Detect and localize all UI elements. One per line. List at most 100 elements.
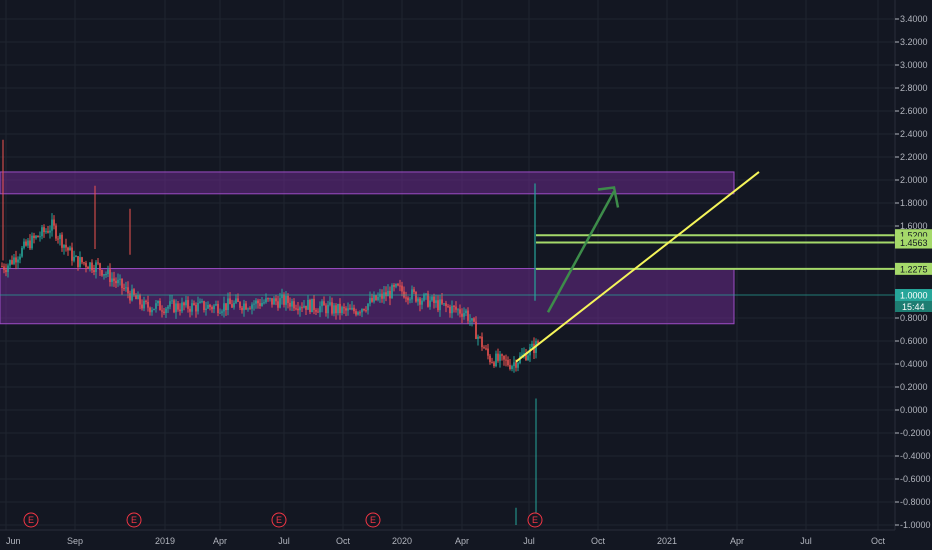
candle-body bbox=[243, 303, 245, 311]
candle-body bbox=[37, 235, 39, 238]
candle-body bbox=[279, 298, 281, 308]
candle-body bbox=[173, 300, 175, 313]
y-tick-label: 3.0000 bbox=[900, 60, 928, 70]
candle-body bbox=[435, 300, 437, 303]
candle-body bbox=[303, 305, 305, 308]
candle-body bbox=[427, 293, 429, 307]
y-tick-label: 1.8000 bbox=[900, 198, 928, 208]
candle-body bbox=[467, 310, 469, 321]
price-chart[interactable]: 3.4000 3.2000 3.0000 2.8000 2.6000 2.4000 2.20… bbox=[0, 0, 932, 550]
candle-body bbox=[451, 305, 453, 314]
candle-body bbox=[455, 306, 457, 310]
candle-body bbox=[469, 320, 471, 322]
candle-body bbox=[123, 288, 125, 290]
candle-body bbox=[81, 257, 83, 263]
candle-body bbox=[283, 294, 285, 305]
candle-body bbox=[107, 269, 109, 275]
earnings-marker-label: E bbox=[28, 515, 34, 525]
resistance-zone bbox=[0, 171, 735, 195]
candle-body bbox=[145, 300, 147, 302]
candle-body bbox=[355, 311, 357, 315]
candle-body bbox=[249, 308, 251, 310]
candle-body bbox=[67, 247, 69, 251]
candle-body bbox=[3, 266, 5, 270]
candle-body bbox=[103, 274, 105, 276]
y-tick-label: 0.6000 bbox=[900, 336, 928, 346]
candle-body bbox=[495, 353, 497, 367]
candle-body bbox=[477, 336, 479, 339]
candle-body bbox=[297, 308, 299, 311]
candle-body bbox=[201, 301, 203, 303]
candle-body bbox=[321, 301, 323, 307]
candle-body bbox=[421, 300, 423, 305]
countdown-label: 15:44 bbox=[902, 302, 925, 312]
candle-body bbox=[411, 289, 413, 300]
y-tick-label: 2.0000 bbox=[900, 175, 928, 185]
candle-body bbox=[109, 269, 111, 282]
candle-body bbox=[317, 311, 319, 313]
candle-body bbox=[23, 241, 25, 248]
candle-body bbox=[255, 300, 257, 304]
x-tick-label: 2021 bbox=[657, 536, 677, 546]
candle-body bbox=[257, 300, 259, 304]
candle-body bbox=[35, 235, 37, 239]
candle-body bbox=[501, 354, 503, 356]
candle-body bbox=[209, 304, 211, 308]
candle-body bbox=[13, 257, 15, 264]
candle-body bbox=[43, 227, 45, 233]
candle-body bbox=[413, 289, 415, 292]
x-tick-label: Oct bbox=[591, 536, 606, 546]
candle-body bbox=[223, 303, 225, 312]
candle-body bbox=[17, 259, 19, 263]
candle-body bbox=[325, 305, 327, 314]
candle-body bbox=[277, 301, 279, 308]
candle-body bbox=[215, 304, 217, 306]
candle-body bbox=[517, 362, 519, 368]
candle-body bbox=[227, 298, 229, 311]
x-tick-label: Jul bbox=[523, 536, 535, 546]
candle-body bbox=[225, 303, 227, 311]
candle-body bbox=[337, 303, 339, 314]
candle-body bbox=[21, 247, 23, 257]
candle-body bbox=[353, 307, 355, 312]
candle-body bbox=[11, 260, 13, 264]
candle-body bbox=[185, 300, 187, 306]
candle-body bbox=[275, 298, 277, 302]
candle-body bbox=[155, 303, 157, 309]
candle-body bbox=[531, 343, 533, 348]
candle-body bbox=[177, 303, 179, 310]
candle-body bbox=[9, 260, 11, 266]
candle-body bbox=[393, 285, 395, 287]
candle-body bbox=[291, 301, 293, 307]
candle-body bbox=[397, 283, 399, 286]
x-tick-label: Oct bbox=[336, 536, 351, 546]
candle-body bbox=[473, 318, 475, 322]
candle-body bbox=[205, 308, 207, 311]
candle-body bbox=[443, 303, 445, 305]
candle-body bbox=[71, 247, 73, 261]
candle-body bbox=[493, 362, 495, 367]
chart-canvas[interactable]: 3.4000 3.2000 3.0000 2.8000 2.6000 2.4000 2.20… bbox=[0, 0, 932, 550]
candle-body bbox=[95, 262, 97, 273]
candle-body bbox=[51, 219, 53, 231]
candle-body bbox=[147, 301, 149, 308]
candle-body bbox=[153, 308, 155, 310]
candle-body bbox=[77, 256, 79, 268]
candle-body bbox=[217, 304, 219, 313]
candle-body bbox=[351, 307, 353, 310]
candle-body bbox=[31, 235, 33, 249]
candle-body bbox=[39, 236, 41, 238]
candle-body bbox=[117, 279, 119, 284]
candle-body bbox=[115, 280, 117, 284]
candle-body bbox=[383, 292, 385, 299]
candle-body bbox=[137, 294, 139, 300]
candle-body bbox=[359, 312, 361, 314]
candle-body bbox=[347, 308, 349, 311]
candle-body bbox=[491, 362, 493, 364]
candle-body bbox=[63, 244, 65, 248]
candle-body bbox=[269, 298, 271, 300]
candle-body bbox=[211, 307, 213, 310]
candle-body bbox=[207, 304, 209, 309]
candle-body bbox=[515, 362, 517, 368]
x-tick-label: Jul bbox=[800, 536, 812, 546]
